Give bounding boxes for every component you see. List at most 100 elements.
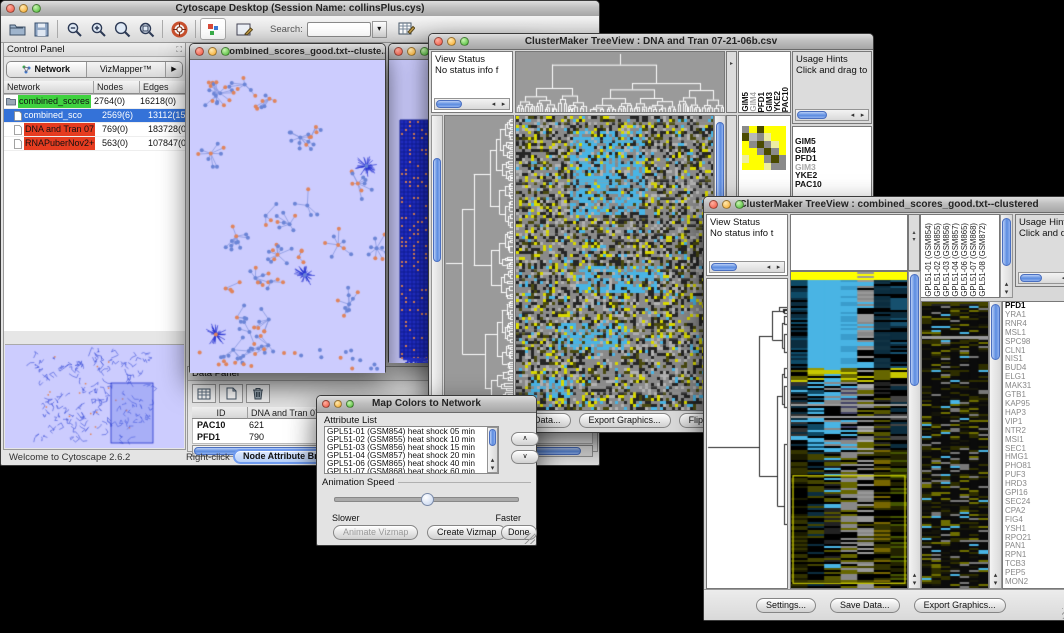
tv2-row-dendrogram[interactable]	[706, 278, 788, 589]
close-button[interactable]	[195, 47, 204, 56]
tv2-row-labels[interactable]: PFD1YRA1RNR4MSL1SPC98CLN1NIS1BUD4ELG1MAK…	[1002, 301, 1064, 589]
attribute-list-scrollbar[interactable]: ▴▾	[487, 427, 498, 473]
tv2-column-labels[interactable]: GPL51-01 (GSM854)GPL51-02 (GSM855)GPL51-…	[920, 214, 1000, 298]
vizmapper-shortcut-icon[interactable]	[200, 18, 226, 40]
tv2-column-label[interactable]: GPL51-03 (GSM856)	[942, 223, 950, 297]
tab-network[interactable]: Network	[7, 62, 87, 77]
tv1-matrix-cell[interactable]	[742, 126, 749, 133]
tv1-matrix-cell[interactable]	[757, 141, 764, 148]
tv1-matrix-cell[interactable]	[742, 155, 749, 162]
tv1-matrix-cell[interactable]	[764, 133, 771, 140]
birdseye-view[interactable]	[5, 344, 184, 448]
help-lifering-icon[interactable]	[167, 19, 191, 39]
attribute-listbox[interactable]: GPL51-01 (GSM854) heat shock 05 minGPL51…	[324, 426, 499, 474]
tv1-matrix-cell[interactable]	[764, 126, 771, 133]
zoom-button[interactable]	[32, 4, 41, 13]
tv2-zoom-vscrollbar[interactable]: ▴▾	[989, 301, 1002, 589]
network-canvas-1[interactable]	[190, 60, 385, 373]
tv1-row-dendrogram[interactable]	[444, 115, 514, 411]
tv1-matrix-cell[interactable]	[764, 163, 771, 170]
tv1-view-status-scrollbar[interactable]: ◂▸	[434, 98, 510, 110]
tab-vizmapper[interactable]: VizMapper™	[87, 62, 166, 77]
column-header-edges[interactable]: Edges	[140, 81, 185, 94]
zoom-in-icon[interactable]	[86, 19, 110, 39]
tv1-row-label[interactable]: PAC10	[795, 180, 871, 189]
zoom-button[interactable]	[460, 37, 469, 46]
tv1-matrix-cell[interactable]	[764, 141, 771, 148]
tv2-button-save-data-[interactable]: Save Data...	[830, 598, 900, 613]
tv2-column-label[interactable]: GPL51-08 (GSM872)	[978, 223, 986, 297]
resize-grip[interactable]	[524, 533, 535, 544]
tv2-view-status-scrollbar[interactable]: ◂▸	[709, 261, 785, 273]
tv1-matrix-cell[interactable]	[757, 155, 764, 162]
tv1-arrow-strip-top[interactable]: ▸	[726, 51, 737, 113]
tv1-matrix-cell[interactable]	[742, 141, 749, 148]
table-edit-icon[interactable]	[395, 19, 419, 39]
tv1-left-scrollbar[interactable]	[431, 115, 443, 411]
tv2-column-labels-scrollbar[interactable]: ▴▾	[1000, 214, 1013, 298]
tv1-matrix-cell[interactable]	[749, 163, 756, 170]
tv1-column-label[interactable]: GIM5	[741, 92, 748, 112]
tv2-column-label[interactable]: GPL51-04 (GSM857)	[951, 223, 959, 297]
main-titlebar[interactable]: Cytoscape Desktop (Session Name: collins…	[1, 1, 599, 17]
zoom-fit-icon[interactable]	[134, 19, 158, 39]
network-list-item[interactable]: RNAPuberNov2+563(0)107847(0)	[4, 137, 185, 151]
column-header-network[interactable]: Network	[4, 81, 94, 94]
tv1-matrix-cell[interactable]	[742, 148, 749, 155]
create-vizmap-button[interactable]: Create Vizmap	[427, 525, 506, 540]
move-up-button[interactable]: ∧	[511, 432, 539, 446]
attribute-list-item[interactable]: GPL51-07 (GSM868) heat shock 60 min	[327, 468, 498, 474]
minimize-button[interactable]	[722, 200, 731, 209]
tv1-column-label[interactable]: PFD1	[757, 92, 764, 112]
tv1-column-labels[interactable]: GIM5GIM4PFD1GIM3YKE2PAC10	[738, 51, 791, 113]
column-header-nodes[interactable]: Nodes	[94, 81, 140, 94]
zoom-out-icon[interactable]	[62, 19, 86, 39]
open-folder-icon[interactable]	[5, 19, 29, 39]
close-button[interactable]	[434, 37, 443, 46]
tv1-matrix-cell[interactable]	[749, 141, 756, 148]
close-button[interactable]	[6, 4, 15, 13]
tv1-matrix-cell[interactable]	[749, 155, 756, 162]
tv1-matrix-cell[interactable]	[749, 148, 756, 155]
tv2-column-label[interactable]: GPL51-01 (GSM854)	[924, 223, 932, 297]
tv1-usage-hints-scrollbar[interactable]: ◂▸	[795, 109, 869, 121]
tv1-matrix-cell[interactable]	[742, 133, 749, 140]
minimize-button[interactable]	[208, 47, 217, 56]
tv2-heatmap-zoom[interactable]	[921, 301, 989, 589]
animation-speed-slider[interactable]	[334, 497, 519, 502]
tv1-column-dendrogram[interactable]	[515, 51, 725, 113]
move-down-button[interactable]: ∨	[511, 450, 539, 464]
tv1-matrix-cell[interactable]	[771, 126, 778, 133]
tv2-heatmap-vscrollbar[interactable]: ▴▾	[908, 271, 921, 589]
tv1-matrix-cell[interactable]	[771, 148, 778, 155]
new-document-icon[interactable]	[219, 384, 243, 403]
tv1-matrix-cell[interactable]	[779, 163, 786, 170]
annotation-icon[interactable]	[232, 19, 256, 39]
tv2-titlebar[interactable]: ClusterMaker TreeView : combined_scores_…	[704, 197, 1064, 213]
animate-vizmap-button[interactable]: Animate Vizmap	[333, 525, 418, 540]
network-list-item[interactable]: combined_scores2764(0)16218(0)	[4, 95, 185, 109]
minimize-button[interactable]	[334, 400, 342, 408]
search-dropdown-icon[interactable]: ▾	[372, 21, 387, 38]
zoom-button[interactable]	[221, 47, 230, 56]
tv2-arrow-strip[interactable]: ▴ ▾	[908, 214, 920, 271]
dialog-titlebar[interactable]: Map Colors to Network	[317, 396, 536, 413]
tv2-column-label[interactable]: GPL51-07 (GSM868)	[969, 223, 977, 297]
tv2-heatmap-global[interactable]	[790, 271, 908, 589]
tv2-usage-hints-scrollbar[interactable]: ◂▸	[1018, 272, 1064, 284]
network-list-item[interactable]: DNA and Tran 07769(0)183728(0)	[4, 123, 185, 137]
save-icon[interactable]	[29, 19, 53, 39]
tabs-overflow-button[interactable]: ▶	[165, 62, 182, 77]
tv1-matrix-cell[interactable]	[749, 133, 756, 140]
tv1-column-label[interactable]: GIM4	[749, 92, 756, 112]
net1-titlebar[interactable]: combined_scores_good.txt--cluste...	[190, 44, 385, 60]
tv2-row-label[interactable]: MON2	[1005, 578, 1064, 587]
tv1-matrix-cell[interactable]	[764, 148, 771, 155]
tv2-column-label[interactable]: GPL51-02 (GSM855)	[933, 223, 941, 297]
tv1-matrix-cell[interactable]	[771, 141, 778, 148]
network-list-item[interactable]: combined_sco2569(6)13112(15)	[4, 109, 185, 123]
tv1-matrix-cell[interactable]	[779, 133, 786, 140]
tv1-matrix-cell[interactable]	[757, 133, 764, 140]
zoom-button[interactable]	[735, 200, 744, 209]
tv1-matrix-cell[interactable]	[757, 163, 764, 170]
